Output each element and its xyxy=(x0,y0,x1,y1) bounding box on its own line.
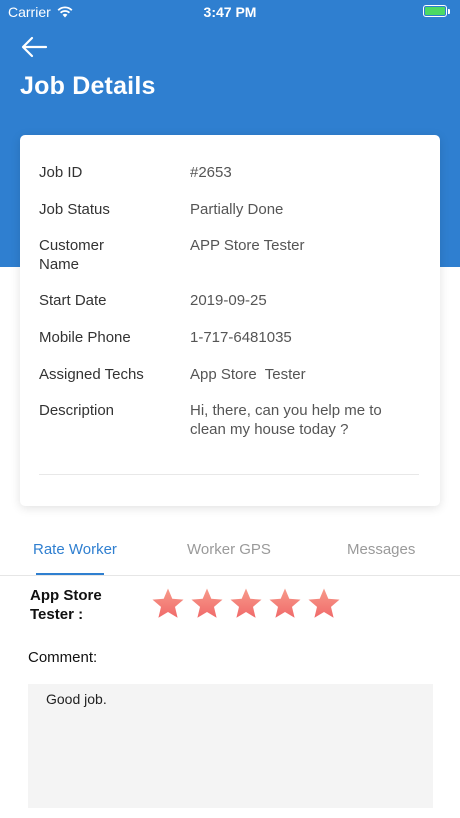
star-icon[interactable] xyxy=(150,587,186,621)
back-button[interactable] xyxy=(20,34,50,60)
status-bar: Carrier 3:47 PM xyxy=(0,0,460,24)
tab-bar: Rate Worker Worker GPS Messages xyxy=(0,530,460,576)
start-date-value: 2019-09-25 xyxy=(190,292,267,309)
tab-messages[interactable]: Messages xyxy=(347,541,415,558)
tab-worker-gps[interactable]: Worker GPS xyxy=(187,541,271,558)
star-icon[interactable] xyxy=(306,587,342,621)
comment-label: Comment: xyxy=(28,649,98,666)
description-label: Description xyxy=(39,402,115,419)
assigned-techs-label: Assigned Techs xyxy=(39,366,144,383)
customer-name-label: Customer Name xyxy=(39,237,105,273)
start-date-label: Start Date xyxy=(39,292,107,309)
page-title: Job Details xyxy=(20,72,156,100)
customer-name-value: APP Store Tester xyxy=(190,237,305,254)
description-value: Hi, there, can you help me to clean my h… xyxy=(190,402,382,438)
comment-input[interactable] xyxy=(28,684,433,808)
battery-icon xyxy=(423,5,450,17)
star-icon[interactable] xyxy=(189,587,225,621)
mobile-phone-label: Mobile Phone xyxy=(39,329,131,346)
job-details-card: Job ID #2653 Job Status Partially Done C… xyxy=(20,135,440,506)
tab-rate-worker[interactable]: Rate Worker xyxy=(33,541,117,558)
arrow-left-icon xyxy=(21,36,48,58)
clock: 3:47 PM xyxy=(203,4,257,20)
job-status-label: Job Status xyxy=(39,201,110,218)
job-status-value: Partially Done xyxy=(190,201,284,218)
star-icon[interactable] xyxy=(267,587,303,621)
star-icon[interactable] xyxy=(228,587,264,621)
star-rating[interactable] xyxy=(150,587,342,621)
mobile-phone-value[interactable]: 1-717-6481035 xyxy=(190,328,425,347)
card-divider xyxy=(39,474,419,475)
job-id-label: Job ID xyxy=(39,164,83,181)
active-tab-indicator xyxy=(36,573,104,575)
worker-name: App Store Tester : xyxy=(30,587,102,623)
job-id-value: #2653 xyxy=(190,164,232,181)
assigned-techs-value: App Store Tester xyxy=(190,366,306,383)
